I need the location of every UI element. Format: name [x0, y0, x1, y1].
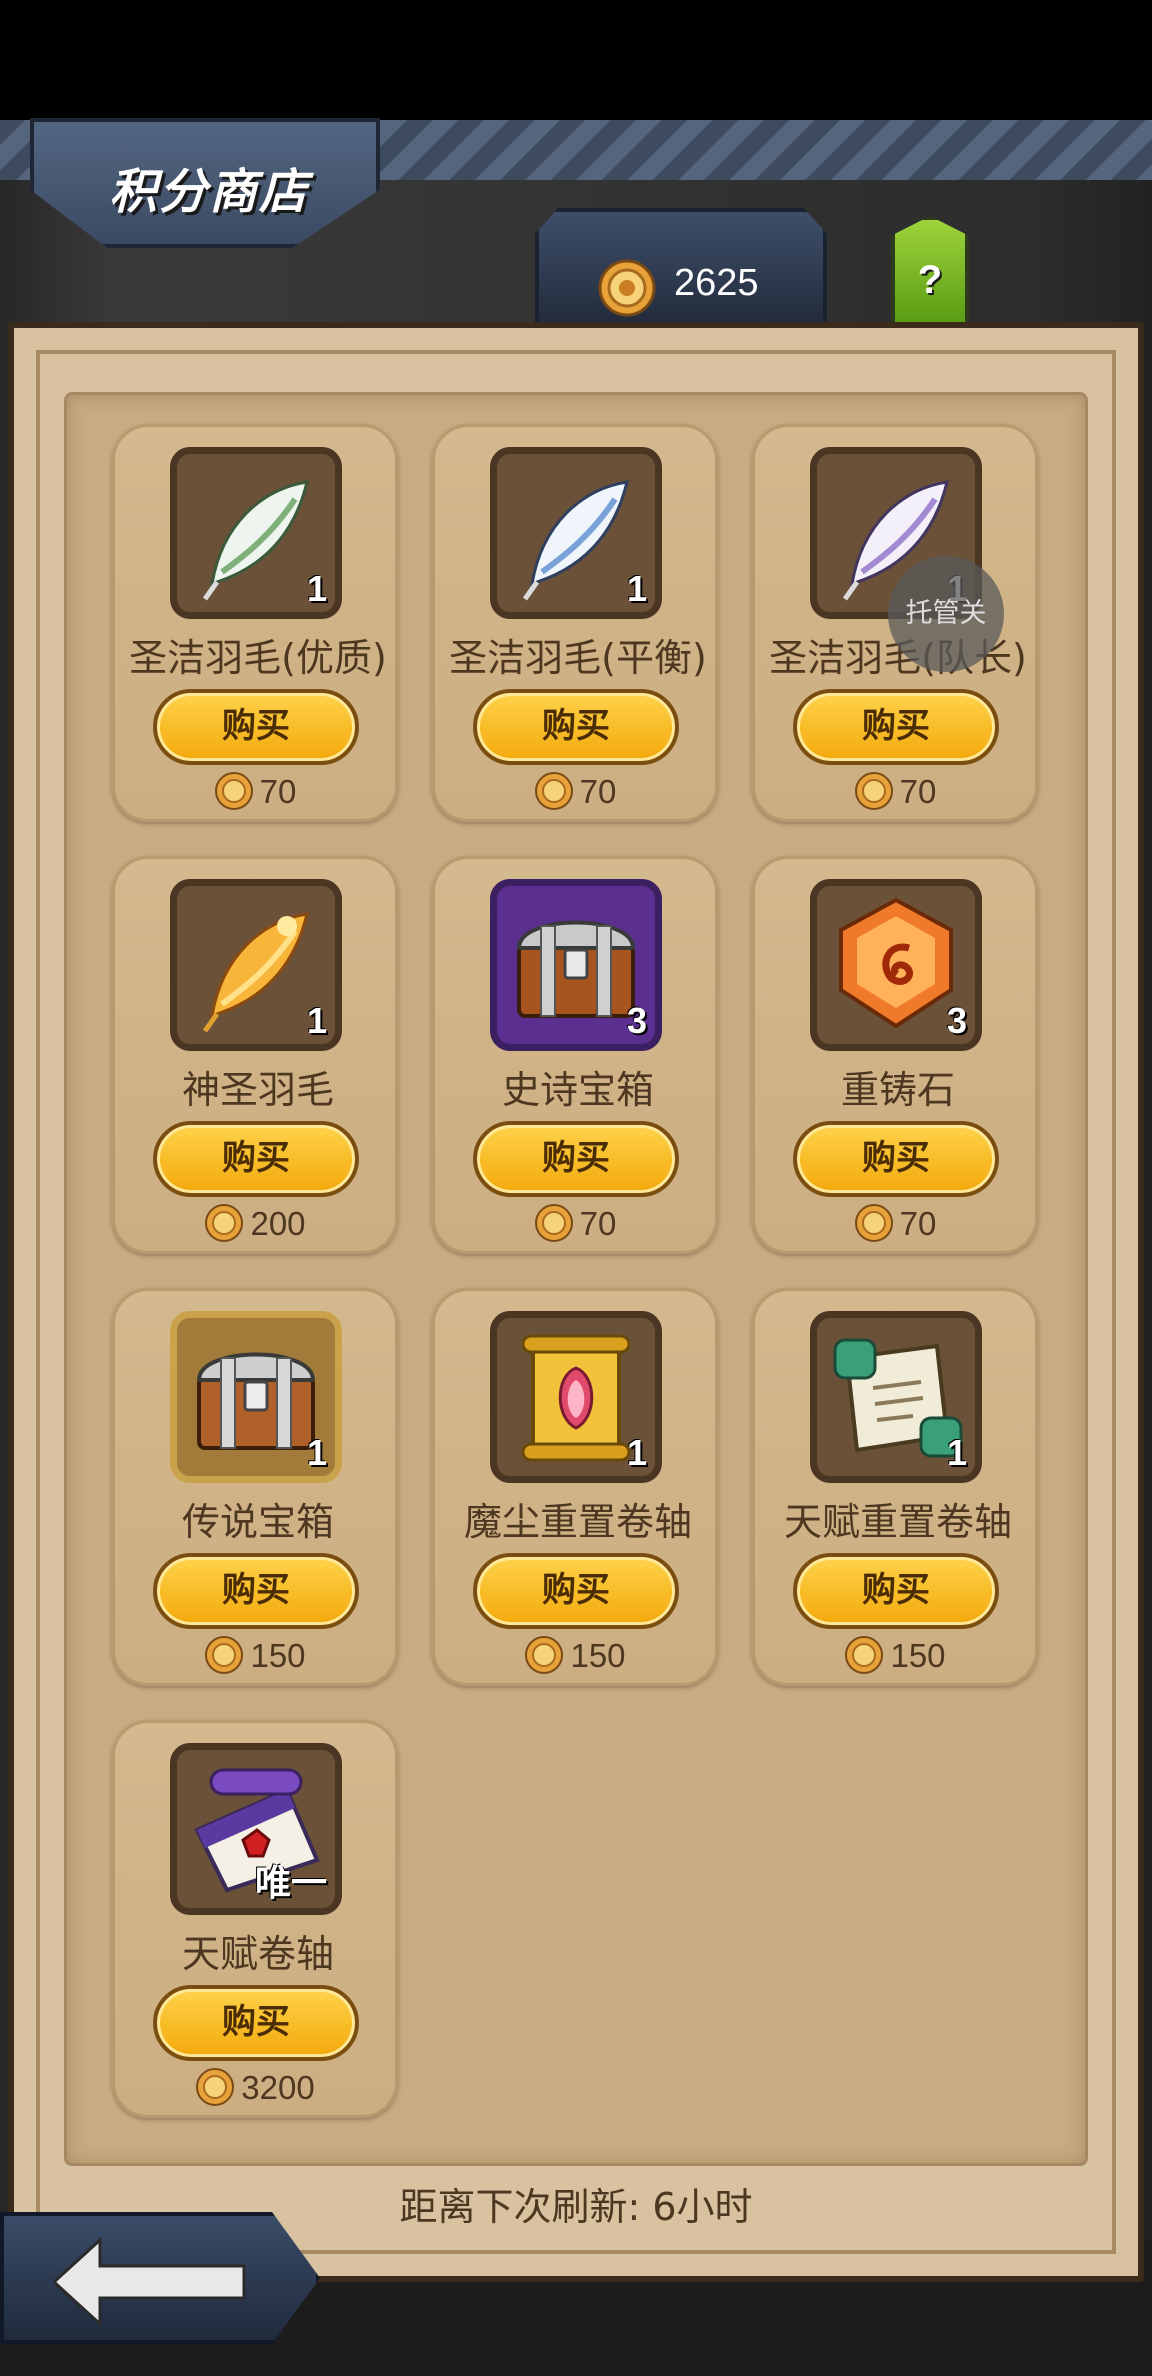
- item-quantity: 1: [306, 568, 327, 609]
- shop-item-card: 3 重铸石 购买 70: [752, 856, 1038, 1254]
- item-icon-frame: 1: [810, 1311, 982, 1483]
- item-quantity: 1: [306, 1000, 327, 1041]
- help-button[interactable]: ?: [891, 216, 969, 326]
- price-value: 200: [250, 1205, 306, 1242]
- points-coin-icon: [854, 1204, 893, 1242]
- item-quantity: 3: [946, 1000, 967, 1041]
- item-price: 70: [755, 771, 1035, 811]
- item-price: 150: [435, 1635, 715, 1675]
- item-name: 魔尘重置卷轴: [463, 1500, 692, 1544]
- item-name: 史诗宝箱: [501, 1068, 654, 1112]
- item-quantity: 1: [946, 1432, 967, 1473]
- item-icon-frame: 3: [810, 879, 982, 1051]
- buy-button[interactable]: 购买: [473, 1121, 679, 1197]
- points-coin-icon: [854, 772, 893, 810]
- points-coin-icon: [598, 259, 656, 317]
- item-quantity: 3: [626, 1000, 647, 1041]
- item-quantity: 1: [306, 1432, 327, 1473]
- shop-item-card: 3 史诗宝箱 购买 70: [432, 856, 718, 1254]
- item-icon-frame: 3: [490, 879, 662, 1051]
- item-name: 天赋卷轴: [181, 1932, 334, 1976]
- item-price: 70: [435, 771, 715, 811]
- item-icon-frame: 1: [170, 879, 342, 1051]
- price-value: 150: [570, 1637, 626, 1674]
- buy-button[interactable]: 购买: [793, 1553, 999, 1629]
- points-coin-icon: [534, 772, 573, 810]
- item-price: 70: [755, 1203, 1035, 1243]
- item-icon-frame: 1: [490, 447, 662, 619]
- item-price: 150: [755, 1635, 1035, 1675]
- item-name: 神圣羽毛: [181, 1068, 334, 1112]
- item-name: 重铸石: [840, 1068, 955, 1112]
- price-value: 150: [250, 1637, 306, 1674]
- item-quantity: 唯一: [254, 1862, 327, 1903]
- shop-item-card: 1 神圣羽毛 购买 200: [112, 856, 398, 1254]
- price-value: 3200: [241, 2069, 315, 2106]
- item-price: 70: [435, 1203, 715, 1243]
- price-value: 70: [259, 773, 297, 810]
- shop-item-card: 1 圣洁羽毛(优质) 购买 70: [112, 424, 398, 822]
- price-value: 70: [579, 773, 617, 810]
- points-value: 2625: [674, 262, 759, 304]
- shop-item-card: 1 传说宝箱 购买 150: [112, 1288, 398, 1686]
- page-title: 积分商店: [109, 164, 310, 220]
- status-bar-area: [0, 0, 1152, 120]
- item-name: 传说宝箱: [181, 1500, 334, 1544]
- points-coin-icon: [214, 772, 253, 810]
- item-quantity: 1: [626, 568, 647, 609]
- shop-item-card: 唯一 天赋卷轴 购买 3200: [112, 1720, 398, 2118]
- price-value: 70: [899, 773, 937, 810]
- back-button[interactable]: [0, 2212, 320, 2344]
- item-price: 3200: [115, 2067, 395, 2107]
- shop-item-card: 1 魔尘重置卷轴 购买 150: [432, 1288, 718, 1686]
- points-coin-icon: [525, 1636, 564, 1674]
- buy-button[interactable]: 购买: [793, 689, 999, 765]
- item-price: 150: [115, 1635, 395, 1675]
- points-coin-icon: [205, 1636, 244, 1674]
- item-icon-frame: 1: [170, 1311, 342, 1483]
- item-icon-frame: 1: [490, 1311, 662, 1483]
- shop-item-card: 1 圣洁羽毛(平衡) 购买 70: [432, 424, 718, 822]
- item-quantity: 1: [626, 1432, 647, 1473]
- points-coin-icon: [196, 2068, 235, 2106]
- price-value: 70: [579, 1205, 617, 1242]
- points-coin-icon: [845, 1636, 884, 1674]
- price-value: 150: [890, 1637, 946, 1674]
- buy-button[interactable]: 购买: [153, 1553, 359, 1629]
- buy-button[interactable]: 购买: [153, 1985, 359, 2061]
- item-icon-frame: 唯一: [170, 1743, 342, 1915]
- price-value: 70: [899, 1205, 937, 1242]
- item-name: 圣洁羽毛(优质): [129, 636, 387, 680]
- buy-button[interactable]: 购买: [793, 1121, 999, 1197]
- item-name: 圣洁羽毛(平衡): [449, 636, 707, 680]
- item-name: 天赋重置卷轴: [783, 1500, 1012, 1544]
- item-icon-frame: 1: [170, 447, 342, 619]
- back-arrow-icon: [54, 2236, 246, 2328]
- item-price: 70: [115, 771, 395, 811]
- buy-button[interactable]: 购买: [153, 689, 359, 765]
- points-coin-icon: [534, 1204, 573, 1242]
- shop-item-card: 1 天赋重置卷轴 购买 150: [752, 1288, 1038, 1686]
- buy-button[interactable]: 购买: [473, 1553, 679, 1629]
- buy-button[interactable]: 购买: [153, 1121, 359, 1197]
- help-label: ?: [917, 258, 943, 302]
- auto-play-toggle[interactable]: 托管关: [888, 556, 1004, 672]
- buy-button[interactable]: 购买: [473, 689, 679, 765]
- item-price: 200: [115, 1203, 395, 1243]
- points-coin-icon: [205, 1204, 244, 1242]
